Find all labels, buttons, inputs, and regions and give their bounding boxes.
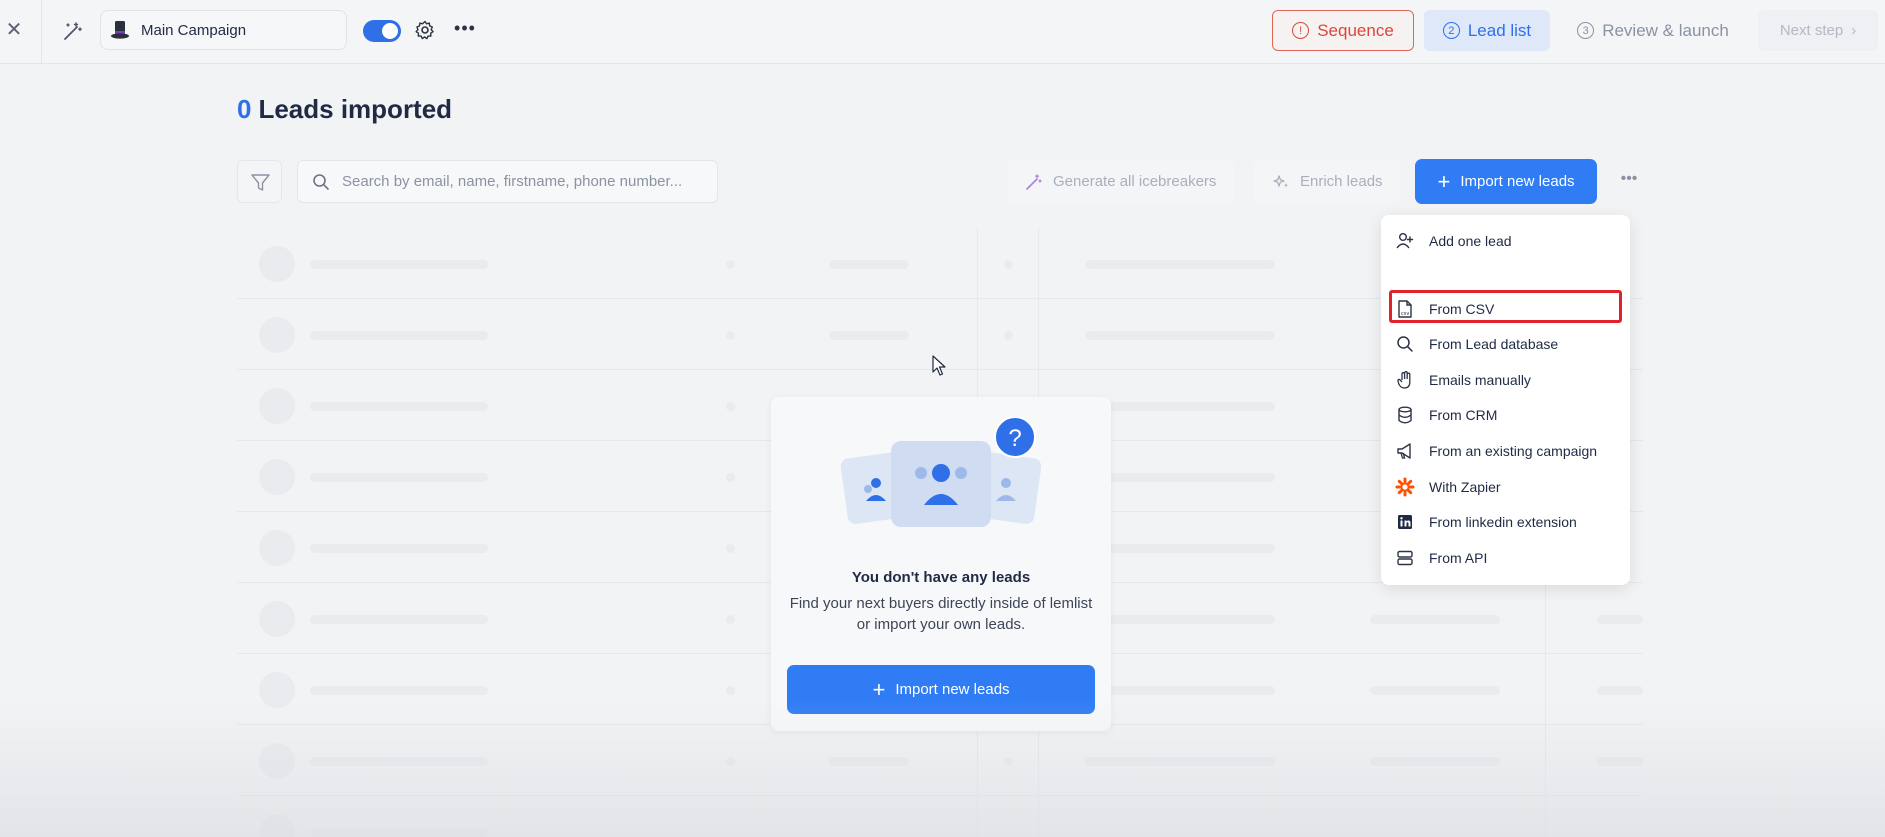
warning-icon: ! xyxy=(1292,22,1310,39)
hand-icon xyxy=(1397,371,1411,389)
menu-item-label: From API xyxy=(1429,550,1488,566)
menu-item-add-one-lead[interactable]: Add one lead xyxy=(1381,225,1630,257)
more-options-icon[interactable]: ••• xyxy=(452,18,478,42)
plus-icon: + xyxy=(1437,168,1451,194)
empty-state-import-button[interactable]: + Import new leads xyxy=(787,665,1095,714)
search-bar xyxy=(297,160,718,203)
gear-icon[interactable] xyxy=(414,19,436,41)
database-icon xyxy=(1398,406,1412,424)
menu-item-label: With Zapier xyxy=(1429,479,1501,495)
top-bar: ✕ Main Campaign ••• ! Sequence 2 Lead li… xyxy=(0,0,1885,64)
linkedin-icon xyxy=(1398,515,1412,529)
search-input[interactable] xyxy=(342,173,702,190)
step-review-label: Review & launch xyxy=(1602,20,1729,40)
help-badge: ? xyxy=(1008,425,1022,452)
import-new-leads-button[interactable]: + Import new leads xyxy=(1415,159,1597,204)
enrich-leads-label: Enrich leads xyxy=(1300,173,1383,190)
generate-icebreakers-button[interactable]: Generate all icebreakers xyxy=(1007,160,1234,203)
page-title: 0 Leads imported xyxy=(237,94,452,125)
megaphone-icon xyxy=(1397,443,1411,459)
search-icon xyxy=(1397,336,1413,352)
chevron-right-icon: › xyxy=(1851,22,1857,39)
empty-state-card: ? You don't have any leads Find your nex… xyxy=(771,397,1111,731)
plus-icon: + xyxy=(872,676,886,702)
empty-state-import-label: Import new leads xyxy=(895,681,1010,698)
campaign-toggle[interactable] xyxy=(363,20,401,42)
import-options-menu: Add one lead csv From CSV From Lead data… xyxy=(1381,215,1630,585)
generate-icebreakers-label: Generate all icebreakers xyxy=(1053,173,1217,190)
sparkle-icon xyxy=(1273,174,1289,187)
empty-state-description: Find your next buyers directly inside of… xyxy=(781,593,1101,635)
menu-item-from-crm[interactable]: From CRM xyxy=(1381,399,1630,431)
empty-state-description-line: or import your own leads. xyxy=(856,616,1026,633)
table-row xyxy=(237,725,1643,796)
svg-text:csv: csv xyxy=(1401,311,1409,317)
menu-item-label: From an existing campaign xyxy=(1429,443,1598,459)
filter-icon xyxy=(251,174,270,191)
close-icon[interactable]: ✕ xyxy=(4,18,24,42)
menu-item-from-csv[interactable]: csv From CSV xyxy=(1381,293,1630,325)
menu-item-label: From Lead database xyxy=(1429,336,1559,352)
import-new-leads-label: Import new leads xyxy=(1460,173,1575,190)
menu-item-label: From CSV xyxy=(1429,301,1495,317)
divider xyxy=(41,0,42,64)
menu-item-label: Emails manually xyxy=(1429,372,1531,388)
empty-state-description-line: Find your next buyers directly inside of… xyxy=(789,595,1093,612)
enrich-leads-button[interactable]: Enrich leads xyxy=(1254,160,1400,203)
add-user-icon xyxy=(1396,233,1414,249)
menu-item-from-lead-database[interactable]: From Lead database xyxy=(1381,328,1630,360)
menu-item-emails-manually[interactable]: Emails manually xyxy=(1381,364,1630,396)
leads-count: 0 xyxy=(237,94,252,124)
next-step-button[interactable]: Next step › xyxy=(1758,10,1878,51)
magic-wand-icon xyxy=(1026,173,1042,190)
campaign-name-field[interactable]: Main Campaign xyxy=(100,10,347,50)
menu-item-label: From CRM xyxy=(1429,407,1498,423)
step-review-launch[interactable]: 3 Review & launch xyxy=(1568,10,1738,51)
mouse-cursor-icon xyxy=(932,355,946,376)
server-icon xyxy=(1397,550,1413,566)
csv-file-icon: csv xyxy=(1398,300,1412,318)
step-number: 3 xyxy=(1577,22,1595,39)
search-icon xyxy=(313,173,329,190)
step-lead-list[interactable]: 2 Lead list xyxy=(1424,10,1550,51)
menu-item-label: From linkedin extension xyxy=(1429,514,1577,530)
menu-item-label: Add one lead xyxy=(1429,233,1512,249)
campaign-name: Main Campaign xyxy=(141,21,247,39)
step-lead-list-label: Lead list xyxy=(1467,20,1532,40)
menu-item-from-api[interactable]: From API xyxy=(1381,542,1630,574)
magic-wand-icon[interactable] xyxy=(62,20,84,42)
step-sequence-label: Sequence xyxy=(1317,20,1394,40)
table-row xyxy=(237,796,1643,837)
menu-item-from-linkedin-extension[interactable]: From linkedin extension xyxy=(1381,506,1630,538)
zapier-icon xyxy=(1395,477,1415,497)
more-options-icon[interactable]: ••• xyxy=(1616,168,1642,194)
top-hat-icon xyxy=(111,21,129,39)
filter-button[interactable] xyxy=(237,160,282,203)
menu-item-from-existing-campaign[interactable]: From an existing campaign xyxy=(1381,435,1630,467)
next-step-label: Next step xyxy=(1779,22,1844,39)
step-sequence[interactable]: ! Sequence xyxy=(1272,10,1414,51)
menu-item-with-zapier[interactable]: With Zapier xyxy=(1381,471,1630,503)
empty-state-title: You don't have any leads xyxy=(851,569,1031,586)
step-number: 2 xyxy=(1442,22,1460,39)
page-title-text: Leads imported xyxy=(258,94,453,124)
